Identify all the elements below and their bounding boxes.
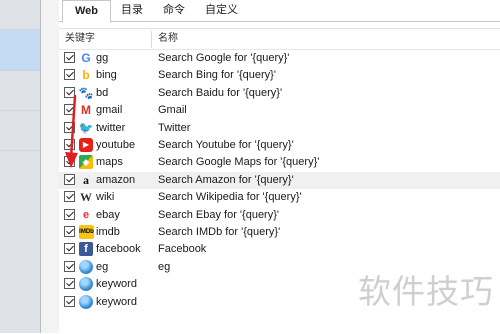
globe-icon bbox=[79, 294, 93, 309]
row-keyword: youtube bbox=[96, 139, 136, 151]
table-row[interactable]: 🐦 twitter Twitter bbox=[59, 120, 500, 137]
row-keyword: facebook bbox=[96, 243, 141, 256]
panel-background bbox=[41, 0, 59, 333]
row-name: Gmail bbox=[158, 104, 187, 117]
row-keyword: wiki bbox=[96, 191, 115, 204]
tab-web[interactable]: Web bbox=[62, 0, 112, 23]
row-name: Search Wikipedia for '{query}' bbox=[158, 191, 302, 204]
row-name: Search Baidu for '{query}' bbox=[158, 86, 283, 99]
left-pane-separator bbox=[0, 110, 40, 111]
column-separator[interactable] bbox=[151, 31, 152, 48]
tab-directory[interactable]: 目录 bbox=[111, 0, 153, 20]
row-name: Search Ebay for '{query}' bbox=[158, 208, 279, 221]
row-keyword: gg bbox=[96, 52, 109, 64]
left-pane-separator bbox=[0, 70, 40, 71]
row-name: Twitter bbox=[158, 121, 191, 134]
globe-icon bbox=[79, 259, 93, 274]
globe-icon bbox=[79, 277, 93, 292]
row-enabled-checkbox[interactable] bbox=[64, 260, 75, 272]
row-keyword: eg bbox=[96, 260, 109, 273]
row-enabled-checkbox[interactable] bbox=[64, 139, 75, 150]
row-keyword: keyword bbox=[96, 295, 137, 308]
left-pane-separator bbox=[0, 150, 40, 151]
table-header: 关键字 名称 bbox=[59, 29, 500, 50]
table-row[interactable]: b bing Search Bing for '{query}' bbox=[59, 67, 500, 84]
row-keyword: twitter bbox=[96, 121, 126, 134]
tab-bar: Web 目录 命令 自定义 bbox=[62, 0, 248, 23]
watermark: 软件技巧 bbox=[358, 272, 494, 311]
row-name: eg bbox=[158, 260, 171, 273]
table-row[interactable]: Wwiki Search Wikipedia for '{query}' bbox=[59, 189, 500, 206]
row-enabled-checkbox[interactable] bbox=[64, 208, 75, 220]
row-name: Facebook bbox=[158, 243, 207, 256]
tab-custom[interactable]: 自定义 bbox=[195, 0, 248, 20]
column-header-name[interactable]: 名称 bbox=[158, 29, 178, 49]
row-enabled-checkbox[interactable] bbox=[64, 104, 75, 116]
left-pane bbox=[0, 0, 40, 333]
row-enabled-checkbox[interactable] bbox=[64, 226, 75, 237]
row-keyword: maps bbox=[96, 156, 123, 169]
bing-icon: b bbox=[82, 68, 90, 83]
ebay-icon: e bbox=[79, 207, 93, 222]
row-enabled-checkbox[interactable] bbox=[64, 173, 75, 185]
row-keyword: gmail bbox=[96, 104, 123, 117]
row-keyword: keyword bbox=[96, 278, 137, 291]
row-enabled-checkbox[interactable] bbox=[64, 156, 75, 168]
row-enabled-checkbox[interactable] bbox=[64, 278, 75, 290]
left-pane-separator bbox=[0, 29, 40, 30]
table-row[interactable]: Mgmail Gmail bbox=[59, 102, 500, 119]
row-name: Search Youtube for '{query}' bbox=[158, 139, 294, 151]
row-keyword: imdb bbox=[96, 226, 120, 238]
row-enabled-checkbox[interactable] bbox=[64, 243, 75, 255]
imdb-icon: IMDb bbox=[79, 225, 94, 239]
row-name: Search Bing for '{query}' bbox=[158, 69, 276, 82]
facebook-icon: f bbox=[79, 242, 93, 257]
row-keyword: bing bbox=[96, 69, 117, 82]
google-icon: G bbox=[81, 51, 91, 65]
table-row[interactable]: ▶ youtube Search Youtube for '{query}' bbox=[59, 137, 500, 154]
row-enabled-checkbox[interactable] bbox=[64, 52, 75, 63]
gmail-icon: M bbox=[81, 103, 91, 118]
baidu-icon: 🐾 bbox=[78, 85, 94, 100]
row-keyword: ebay bbox=[96, 208, 120, 221]
row-enabled-checkbox[interactable] bbox=[64, 295, 75, 307]
tab-commands[interactable]: 命令 bbox=[153, 0, 195, 20]
table-row[interactable]: Ggg Search Google for '{query}' bbox=[59, 50, 500, 67]
table-row[interactable]: f facebook Facebook bbox=[59, 241, 500, 258]
left-pane-selected-item[interactable] bbox=[0, 30, 40, 70]
row-keyword: amazon bbox=[96, 173, 136, 186]
table-row[interactable]: a amazon Search Amazon for '{query}' bbox=[59, 171, 500, 189]
row-name: Search Google Maps for '{query}' bbox=[158, 156, 320, 169]
row-enabled-checkbox[interactable] bbox=[64, 86, 75, 98]
column-header-keyword[interactable]: 关键字 bbox=[65, 29, 95, 49]
table-row[interactable]: e ebay Search Ebay for '{query}' bbox=[59, 207, 500, 224]
row-enabled-checkbox[interactable] bbox=[64, 121, 75, 133]
row-keyword: bd bbox=[96, 86, 109, 99]
row-enabled-checkbox[interactable] bbox=[64, 69, 75, 81]
table-row[interactable]: IMDb imdb Search IMDb for '{query}' bbox=[59, 224, 500, 241]
row-name: Search IMDb for '{query}' bbox=[158, 226, 281, 238]
maps-icon: ◆ bbox=[79, 155, 93, 170]
tab-underline bbox=[59, 21, 500, 22]
youtube-icon: ▶ bbox=[79, 138, 93, 152]
amazon-icon: a bbox=[83, 172, 89, 187]
row-name: Search Google for '{query}' bbox=[158, 52, 290, 64]
twitter-icon: 🐦 bbox=[78, 120, 94, 135]
wikipedia-icon: W bbox=[80, 190, 92, 205]
table-row[interactable]: ◆ maps Search Google Maps for '{query}' bbox=[59, 154, 500, 171]
row-name: Search Amazon for '{query}' bbox=[158, 173, 294, 186]
table-row[interactable]: 🐾 bd Search Baidu for '{query}' bbox=[59, 85, 500, 102]
row-enabled-checkbox[interactable] bbox=[64, 191, 75, 203]
